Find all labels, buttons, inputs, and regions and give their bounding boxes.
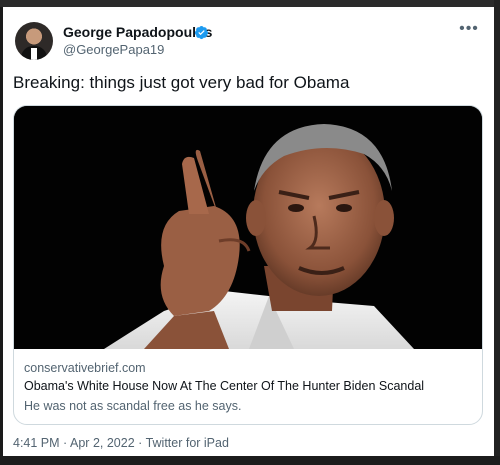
verified-badge-icon [194,25,209,40]
tweet-metadata: 4:41 PM · Apr 2, 2022 · Twitter for iPad [13,436,229,450]
tweet-text: Breaking: things just got very bad for O… [13,73,350,92]
link-preview-image [14,106,482,349]
window-bottom-edge [0,456,500,465]
meta-separator-2: · [138,436,143,450]
avatar[interactable] [15,22,53,60]
link-description: He was not as scandal free as he says. [24,399,242,413]
window-top-edge [0,0,500,7]
tweet-card: George Papadopoulos @GeorgePapa19 ••• Br… [3,7,494,456]
link-title: Obama's White House Now At The Center Of… [24,379,425,393]
more-options-icon[interactable]: ••• [458,21,480,41]
author-name[interactable]: George Papadopoulos [63,24,212,40]
tweet-source: Twitter for iPad [145,436,229,450]
window-right-edge [494,0,500,465]
meta-separator-1: · [63,436,68,450]
link-preview-card[interactable]: conservativebrief.com Obama's White Hous… [13,105,483,425]
tweet-date[interactable]: Apr 2, 2022 [70,436,135,450]
author-handle[interactable]: @GeorgePapa19 [63,42,164,57]
avatar-shirt [31,48,37,60]
tweet-time[interactable]: 4:41 PM [13,436,60,450]
link-domain: conservativebrief.com [24,361,146,375]
